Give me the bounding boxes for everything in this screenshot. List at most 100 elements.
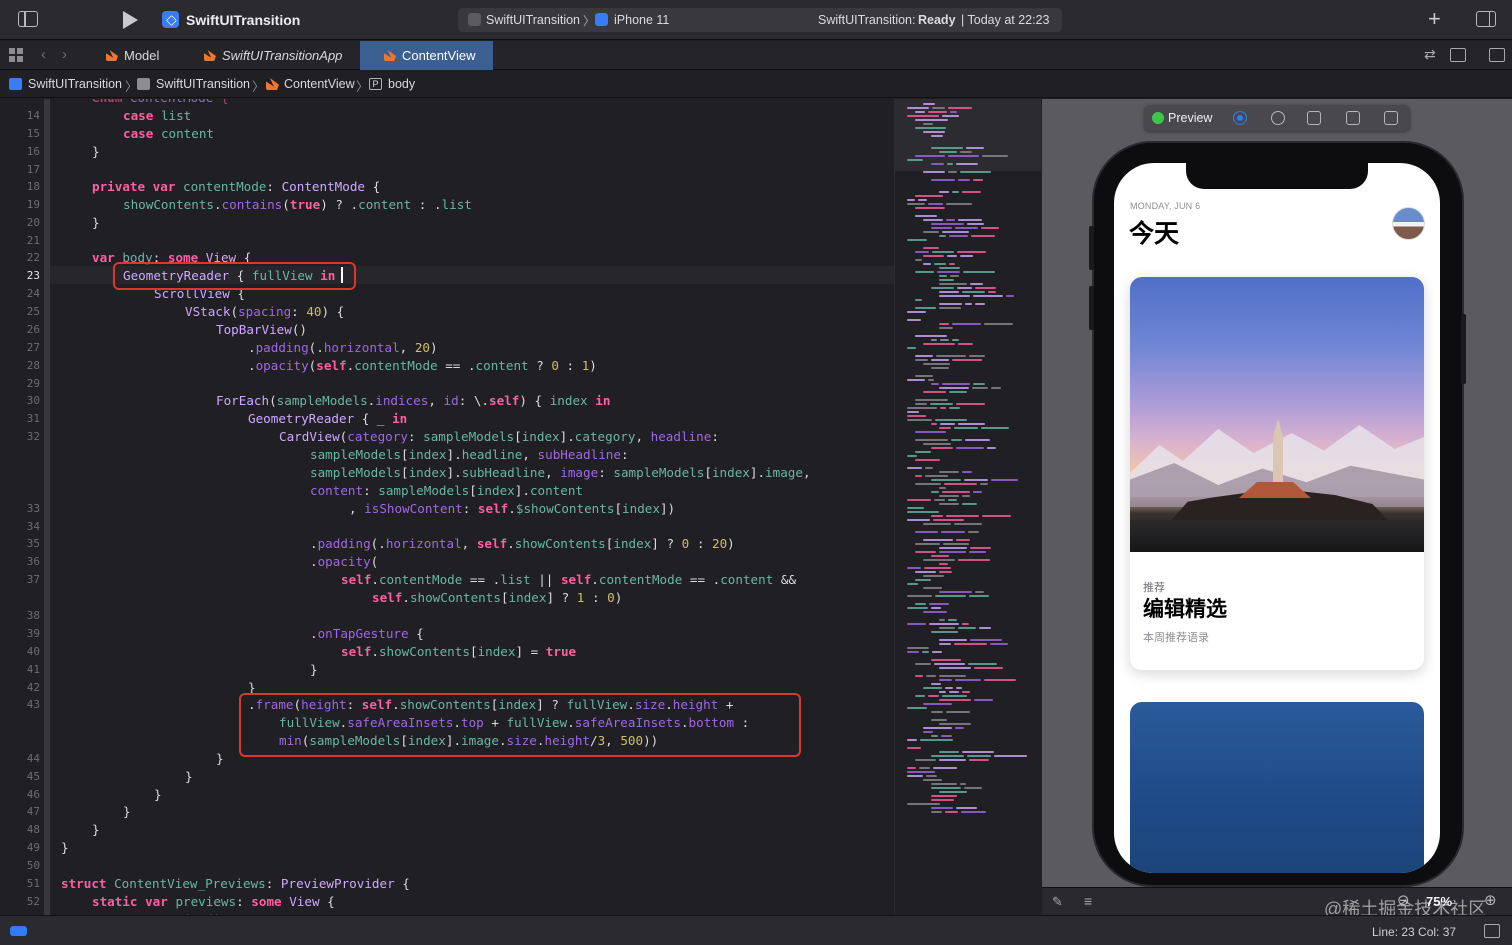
device-settings-icon[interactable] xyxy=(1346,111,1360,125)
minimap-line xyxy=(946,515,979,517)
breadcrumb-project[interactable]: SwiftUITransition xyxy=(28,77,122,91)
code-line: } xyxy=(123,804,131,819)
back-chevron-icon[interactable]: ‹ xyxy=(41,46,46,63)
minimap-line xyxy=(928,111,947,113)
minimap-line xyxy=(945,811,958,813)
minimap-line xyxy=(915,299,922,301)
minimap-line xyxy=(907,455,917,457)
minimap-line xyxy=(915,271,934,273)
minimap-line xyxy=(920,739,953,741)
minimap-line xyxy=(915,531,938,533)
tab-model[interactable]: Model xyxy=(92,41,202,70)
add-editor-icon[interactable] xyxy=(1489,48,1505,62)
minimap-line xyxy=(982,515,1011,517)
scheme-device[interactable]: iPhone 11 xyxy=(614,13,669,27)
minimap-line xyxy=(931,555,949,557)
avatar[interactable] xyxy=(1392,207,1425,240)
minimap-line xyxy=(915,483,941,485)
swap-arrows-icon[interactable]: ⇄ xyxy=(1424,46,1436,63)
adjust-icon[interactable]: ≡ xyxy=(1084,893,1092,909)
breadcrumb-group[interactable]: SwiftUITransition xyxy=(156,77,250,91)
editor-options-icon[interactable] xyxy=(1450,48,1466,62)
minimap-line xyxy=(915,759,936,761)
minimap-line xyxy=(923,539,953,541)
minimap-line xyxy=(915,475,922,477)
pin-icon[interactable]: ✎ xyxy=(1052,894,1066,909)
run-icon[interactable] xyxy=(123,11,138,29)
minimap-line xyxy=(942,115,959,117)
preview-label[interactable]: Preview xyxy=(1168,111,1212,125)
code-folding-ribbon[interactable] xyxy=(44,99,50,915)
story-card[interactable] xyxy=(1130,702,1424,873)
story-card[interactable]: 推荐 编辑精选 本周推荐语录 xyxy=(1130,277,1424,670)
minimap-line xyxy=(931,719,947,721)
minimap-line xyxy=(949,235,968,237)
code-line: case content xyxy=(123,126,215,141)
minimap-line xyxy=(949,263,955,265)
minimap-line xyxy=(958,179,970,181)
minimap-line xyxy=(958,423,985,425)
minimap-line xyxy=(907,239,927,241)
live-preview-icon[interactable] xyxy=(1233,111,1247,125)
minimap-line xyxy=(923,523,951,525)
add-library-icon[interactable]: + xyxy=(1428,6,1441,32)
inspector-toggle-icon[interactable] xyxy=(1476,11,1496,27)
tab-contentview[interactable]: ContentView xyxy=(360,41,493,70)
scheme-target[interactable]: SwiftUITransition xyxy=(486,13,580,27)
breadcrumb-symbol[interactable]: body xyxy=(388,77,415,91)
minimap-line xyxy=(970,547,991,549)
minimap-line xyxy=(907,739,917,741)
related-items-icon[interactable] xyxy=(9,48,23,62)
minimap-line xyxy=(907,803,940,805)
forward-chevron-icon[interactable]: › xyxy=(62,46,67,63)
minimap-line xyxy=(932,107,945,109)
rotate-device-icon[interactable] xyxy=(1307,111,1321,125)
minimap-line xyxy=(965,439,990,441)
debug-toggle-icon[interactable] xyxy=(1484,924,1500,938)
minimap-line xyxy=(939,279,954,281)
minimap-line xyxy=(950,111,957,113)
minimap-line xyxy=(907,567,921,569)
minimap-line xyxy=(915,551,936,553)
minimap[interactable] xyxy=(894,99,1041,915)
minimap-line xyxy=(931,179,955,181)
scheme-activity-bar[interactable]: SwiftUITransition 〉 iPhone 11 SwiftUITra… xyxy=(458,8,1062,32)
source-editor[interactable]: 14 15 16 17 18 19 20 21 22 23 24 25 26 27 28 29 30 31 32 33… xyxy=(0,99,894,915)
breadcrumb-file[interactable]: ContentView xyxy=(284,77,355,91)
minimap-line xyxy=(915,431,946,433)
tab-label: ContentView xyxy=(402,48,476,63)
minimap-line xyxy=(956,687,962,689)
sidebar-toggle-icon[interactable] xyxy=(18,11,38,27)
debug-area-icon[interactable] xyxy=(10,926,27,936)
minimap-line xyxy=(948,499,957,501)
device-notch xyxy=(1186,163,1368,189)
minimap-line xyxy=(937,271,960,273)
minimap-line xyxy=(915,663,931,665)
project-icon xyxy=(9,78,22,90)
minimap-line xyxy=(931,783,957,785)
minimap-line xyxy=(939,627,955,629)
minimap-line xyxy=(931,631,958,633)
scheme-chevron-icon: 〉 xyxy=(583,14,596,28)
volume-up-button xyxy=(1089,286,1094,330)
minimap-line xyxy=(965,303,972,305)
project-title: SwiftUITransition xyxy=(186,12,301,28)
tab-label: SwiftUITransitionApp xyxy=(222,48,343,63)
minimap-line xyxy=(939,547,967,549)
tab-swiftuitransitionapp[interactable]: SwiftUITransitionApp xyxy=(190,41,360,70)
code-content[interactable]: enum ContentMode { case list case conten… xyxy=(0,99,811,915)
highlight-box-geometryreader xyxy=(113,262,356,290)
minimap-line xyxy=(907,203,925,205)
minimap-line xyxy=(907,115,939,117)
code-line: private var contentMode: ContentMode { xyxy=(92,179,381,194)
minimap-line xyxy=(934,663,965,665)
minimap-line xyxy=(923,559,955,561)
duplicate-preview-icon[interactable] xyxy=(1384,111,1398,125)
minimap-line xyxy=(957,251,986,253)
minimap-line xyxy=(923,263,931,265)
code-line: } xyxy=(92,144,100,159)
device-screen[interactable]: MONDAY, JUN 6 今天 推荐 编辑精选 本周推荐语录 xyxy=(1114,163,1440,873)
preview-status-icon xyxy=(1152,112,1164,124)
inspect-preview-icon[interactable] xyxy=(1271,111,1285,125)
build-status-time: | Today at 22:23 xyxy=(961,13,1050,27)
